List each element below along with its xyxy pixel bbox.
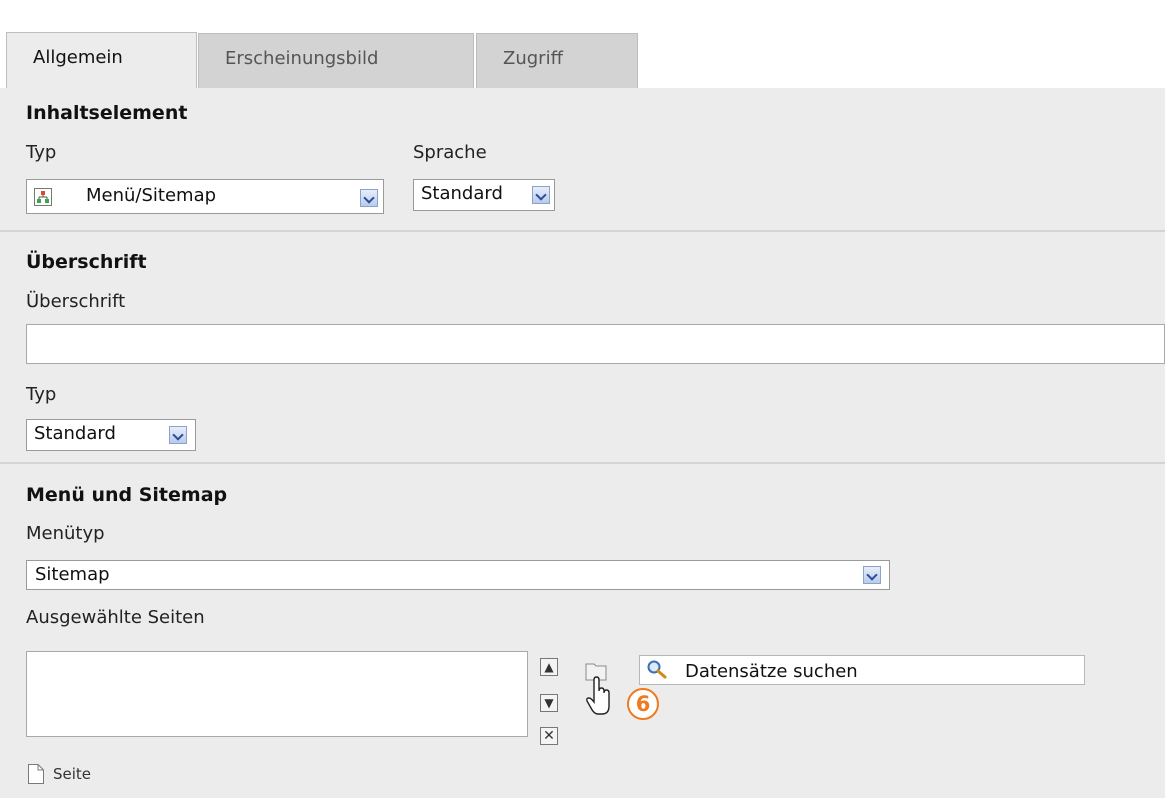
- tab-zugriff-label: Zugriff: [503, 48, 563, 69]
- move-down-button[interactable]: ▼: [540, 694, 558, 712]
- menu-type-value: Sitemap: [35, 564, 110, 585]
- chevron-down-icon[interactable]: [169, 426, 187, 444]
- section-title-menu-sitemap: Menü und Sitemap: [26, 484, 228, 506]
- selected-pages-list[interactable]: [26, 651, 528, 737]
- ueberschrift-label: Überschrift: [26, 291, 126, 312]
- remove-button[interactable]: ✕: [540, 727, 558, 745]
- tab-allgemein[interactable]: Allgemein: [6, 32, 197, 89]
- move-up-button[interactable]: ▲: [540, 658, 558, 676]
- menu-type-select[interactable]: Sitemap: [26, 560, 890, 590]
- step-marker-number: 6: [635, 692, 651, 716]
- header-type-label: Typ: [26, 384, 57, 405]
- language-value: Standard: [421, 183, 503, 204]
- chevron-down-icon[interactable]: [360, 189, 378, 207]
- page-icon: [28, 764, 44, 784]
- tab-bar: Allgemein Erscheinungsbild Zugriff: [0, 0, 1165, 89]
- tab-erscheinungsbild[interactable]: Erscheinungsbild: [198, 33, 474, 88]
- language-select[interactable]: Standard: [413, 179, 555, 211]
- chevron-down-icon[interactable]: [863, 566, 881, 584]
- search-icon: [647, 660, 667, 679]
- header-input[interactable]: [26, 324, 1165, 364]
- browse-folder-button[interactable]: [583, 658, 613, 718]
- content-type-value: Menü/Sitemap: [86, 185, 217, 206]
- tab-zugriff[interactable]: Zugriff: [476, 33, 638, 88]
- step-marker: 6: [627, 688, 659, 720]
- menutyp-label: Menütyp: [26, 523, 105, 544]
- section-divider: [0, 230, 1165, 232]
- header-type-select[interactable]: Standard: [26, 419, 196, 451]
- typ-label: Typ: [26, 142, 57, 163]
- tab-erscheinungsbild-label: Erscheinungsbild: [225, 48, 379, 69]
- sitemap-icon: [34, 188, 52, 206]
- section-title-inhaltselement: Inhaltselement: [26, 102, 188, 124]
- record-search-input[interactable]: Datensätze suchen: [639, 655, 1085, 685]
- section-title-ueberschrift: Überschrift: [26, 251, 147, 273]
- sprache-label: Sprache: [413, 142, 487, 163]
- header-type-value: Standard: [34, 423, 116, 444]
- chevron-down-icon[interactable]: [532, 186, 550, 204]
- selected-pages-label: Ausgewählte Seiten: [26, 607, 205, 628]
- record-type-label: Seite: [53, 765, 92, 783]
- content-type-select[interactable]: Menü/Sitemap: [26, 179, 384, 214]
- record-search-placeholder: Datensätze suchen: [685, 661, 858, 682]
- section-divider: [0, 462, 1165, 464]
- tab-allgemein-label: Allgemein: [33, 47, 123, 68]
